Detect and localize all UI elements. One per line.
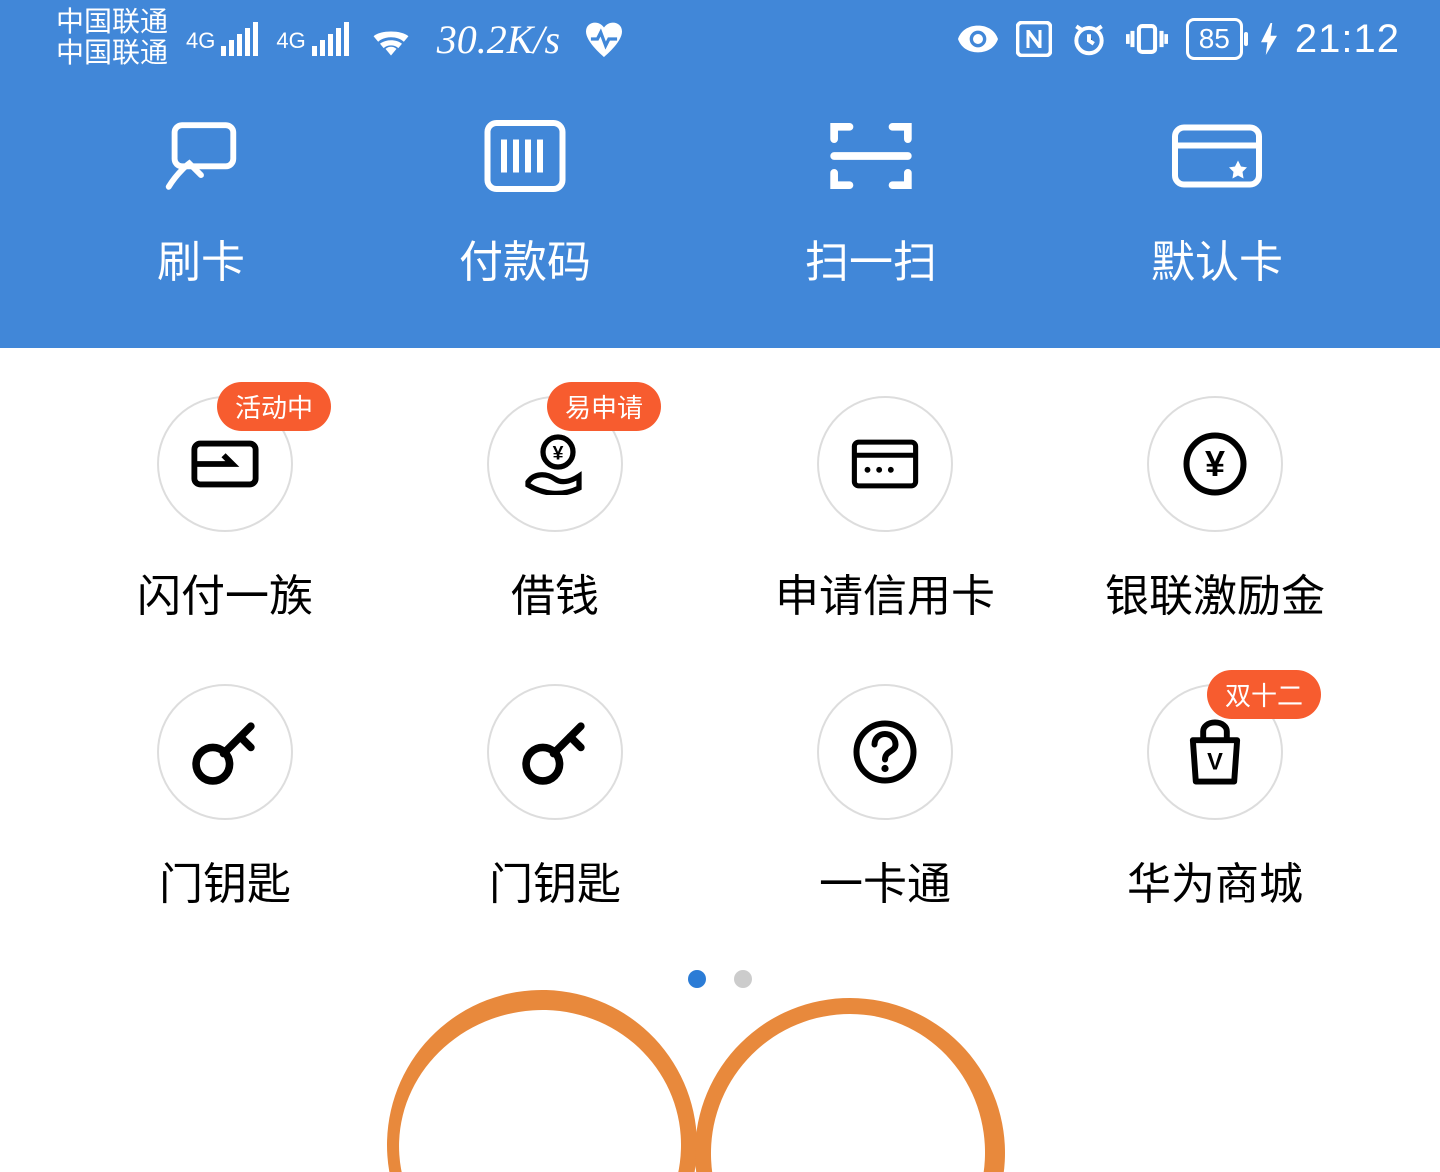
grid-vmall[interactable]: V 双十二 华为商城 (1050, 684, 1380, 912)
badge: 活动中 (217, 382, 331, 431)
header-actions: 刷卡 付款码 扫一扫 默认卡 (0, 78, 1440, 348)
signal-type-2: 4G (276, 28, 305, 54)
creditcard-icon (817, 396, 953, 532)
alarm-icon (1070, 20, 1108, 58)
clock: 21:12 (1295, 17, 1400, 62)
feature-grid: 活动中 闪付一族 ¥ 易申请 借钱 申请信用卡 ¥ 银联激励金 门钥匙 门钥匙 (0, 348, 1440, 912)
grid-unionpay-reward[interactable]: ¥ 银联激励金 (1050, 396, 1380, 624)
header-swipe-card[interactable]: 刷卡 (157, 116, 245, 290)
vibrate-icon (1126, 22, 1168, 56)
network-speed: 30.2K/s (437, 16, 560, 63)
status-left: 中国联通 中国联通 4G 4G 30.2K/s (56, 8, 624, 70)
header-label: 付款码 (459, 226, 591, 290)
nfc-icon (1016, 21, 1052, 57)
grid-doorkey-1[interactable]: 门钥匙 (60, 684, 390, 912)
quickpay-icon: 活动中 (157, 396, 293, 532)
header-scan[interactable]: 扫一扫 (805, 116, 937, 290)
svg-text:¥: ¥ (553, 443, 564, 465)
grid-label: 银联激励金 (1105, 560, 1325, 624)
grid-label: 一卡通 (819, 848, 951, 912)
signal-bars-icon (312, 22, 349, 56)
header-default-card[interactable]: 默认卡 (1151, 116, 1283, 290)
grid-label: 闪付一族 (137, 560, 313, 624)
svg-text:¥: ¥ (1205, 443, 1225, 484)
barcode-icon (483, 116, 567, 196)
swipe-card-icon (157, 116, 245, 196)
grid-label: 华为商城 (1127, 848, 1303, 912)
scan-icon (828, 116, 914, 196)
default-card-icon (1169, 116, 1265, 196)
signal-bars-icon (221, 22, 258, 56)
annotation-circle-2 (687, 990, 1013, 1172)
grid-quickpay[interactable]: 活动中 闪付一族 (60, 396, 390, 624)
grid-onecard[interactable]: 一卡通 (720, 684, 1050, 912)
heart-rate-icon (584, 21, 624, 57)
grid-apply-credit[interactable]: 申请信用卡 (720, 396, 1050, 624)
wifi-icon (369, 22, 413, 56)
charging-icon (1261, 22, 1277, 56)
unionpay-icon: ¥ (1147, 396, 1283, 532)
header-label: 扫一扫 (805, 226, 937, 290)
page-dot-1[interactable] (688, 970, 706, 988)
header-label: 默认卡 (1151, 226, 1283, 290)
eye-icon (958, 25, 998, 53)
key-icon (157, 684, 293, 820)
header-label: 刷卡 (157, 226, 245, 290)
key-icon (487, 684, 623, 820)
badge: 易申请 (547, 382, 661, 431)
status-right: 85 21:12 (958, 17, 1400, 62)
page-dot-2[interactable] (734, 970, 752, 988)
question-icon (817, 684, 953, 820)
grid-doorkey-2[interactable]: 门钥匙 (390, 684, 720, 912)
signal-1: 4G (186, 22, 258, 56)
annotation-circle-1 (377, 980, 708, 1172)
carrier-1: 中国联通 (56, 8, 168, 39)
battery-indicator: 85 (1186, 18, 1243, 60)
grid-loan[interactable]: ¥ 易申请 借钱 (390, 396, 720, 624)
carrier-labels: 中国联通 中国联通 (56, 8, 168, 70)
vmall-icon: V 双十二 (1147, 684, 1283, 820)
grid-label: 门钥匙 (159, 848, 291, 912)
header-paycode[interactable]: 付款码 (459, 116, 591, 290)
grid-label: 借钱 (511, 560, 599, 624)
page-indicator (0, 970, 1440, 993)
signal-2: 4G (276, 22, 348, 56)
badge: 双十二 (1207, 670, 1321, 719)
signal-type-1: 4G (186, 28, 215, 54)
status-bar: 中国联通 中国联通 4G 4G 30.2K/s 85 21:12 (0, 0, 1440, 78)
svg-text:V: V (1207, 750, 1223, 776)
loan-icon: ¥ 易申请 (487, 396, 623, 532)
grid-label: 申请信用卡 (775, 560, 995, 624)
grid-label: 门钥匙 (489, 848, 621, 912)
carrier-2: 中国联通 (56, 39, 168, 70)
battery-level: 85 (1199, 23, 1230, 54)
